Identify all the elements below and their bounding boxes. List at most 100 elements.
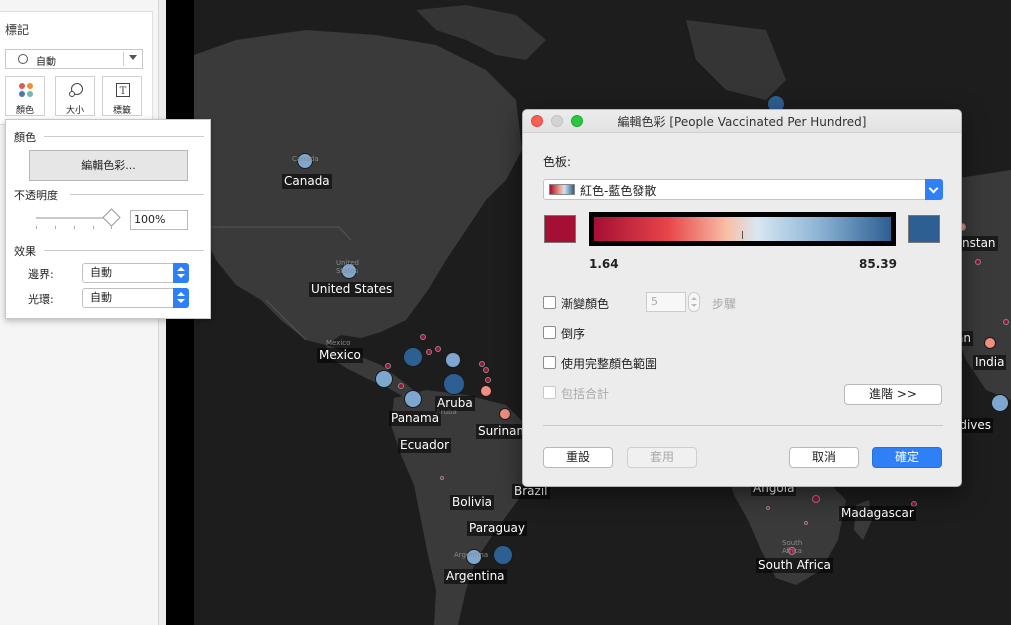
slider-tick	[36, 226, 37, 229]
map-mark[interactable]	[480, 385, 492, 397]
mark-type-dropdown[interactable]: 自動	[5, 49, 143, 69]
map-mark[interactable]	[766, 506, 770, 510]
reversed-checkbox[interactable]	[543, 326, 556, 339]
map-mark[interactable]	[443, 373, 465, 395]
circle-mark-icon	[18, 54, 28, 64]
greenland-landmass	[686, 20, 786, 100]
dialog-divider	[543, 425, 943, 426]
marks-card: 標記 自動 顏色 大小 T 標籤	[0, 11, 153, 125]
color-heading-rule	[44, 136, 204, 137]
chevron-down-icon	[129, 55, 137, 60]
map-label-mexico: Mexico	[317, 348, 363, 363]
full-range-checkbox[interactable]	[543, 356, 556, 369]
palette-dropdown[interactable]: 紅色-藍色發散	[543, 179, 943, 200]
map-mark[interactable]	[404, 390, 422, 408]
map-mark[interactable]	[445, 352, 461, 368]
map-mark[interactable]	[375, 370, 393, 388]
chevron-down-icon	[925, 179, 943, 200]
size-mark-button[interactable]: 大小	[55, 76, 95, 116]
stepped-color-checkbox[interactable]	[543, 296, 556, 309]
include-totals-label: 包括合計	[561, 387, 610, 401]
slider-tick	[55, 226, 56, 229]
ok-button[interactable]: 確定	[872, 447, 942, 468]
halo-label: 光環:	[28, 293, 54, 306]
map-mark[interactable]	[493, 545, 513, 565]
map-label-united-states: United States	[309, 282, 395, 297]
map-mark[interactable]	[991, 394, 1009, 412]
map-label-aruba: Aruba	[435, 396, 475, 411]
map-label-south-africa: South Africa	[756, 558, 833, 573]
opacity-slider[interactable]	[36, 217, 112, 219]
reversed-label: 倒序	[561, 327, 586, 341]
updown-arrows-icon	[173, 263, 189, 283]
map-mark[interactable]	[398, 383, 404, 389]
halo-select[interactable]: 自動	[82, 288, 189, 308]
map-mark[interactable]	[479, 361, 485, 367]
mark-type-value: 自動	[36, 57, 56, 68]
map-label-bolivia: Bolivia	[450, 495, 495, 510]
map-mark[interactable]	[984, 337, 996, 349]
palette-swatch-icon	[549, 184, 575, 195]
start-color-swatch[interactable]	[544, 215, 576, 243]
label-mark-button[interactable]: T 標籤	[102, 76, 142, 116]
palette-value: 紅色-藍色發散	[580, 184, 657, 198]
map-mark[interactable]	[975, 259, 981, 265]
include-totals-checkbox[interactable]	[543, 386, 556, 399]
slider-tick	[93, 226, 94, 229]
steps-input[interactable]: 5	[646, 292, 686, 312]
steps-label: 步驟	[712, 297, 737, 311]
map-label-panama: Panama	[389, 411, 442, 426]
steps-stepper[interactable]	[688, 292, 700, 312]
color-popover: 顏色 編輯色彩... 不透明度 100% 效果 邊界: 自動 光環: 自動	[5, 119, 211, 319]
label-icon: T	[116, 83, 130, 97]
svg-text:T: T	[120, 86, 127, 97]
basemap-label-argentina: Argentina	[454, 551, 489, 559]
map-label-canada: Canada	[282, 174, 332, 189]
reset-button[interactable]: 重設	[543, 447, 613, 468]
map-mark[interactable]	[804, 521, 808, 525]
marks-title: 標記	[5, 23, 30, 37]
slider-tick	[74, 226, 75, 229]
cancel-button[interactable]: 取消	[789, 447, 859, 468]
apply-button[interactable]: 套用	[627, 447, 697, 468]
map-mark[interactable]	[1003, 319, 1009, 325]
map-mark[interactable]	[440, 476, 444, 480]
size-icon	[69, 83, 83, 97]
opacity-input[interactable]: 100%	[130, 210, 188, 230]
map-mark[interactable]	[385, 363, 391, 369]
map-mark[interactable]	[499, 408, 511, 420]
map-label-nstan: nstan	[960, 236, 998, 251]
color-heading: 顏色	[14, 131, 36, 144]
range-max-value: 85.39	[859, 257, 897, 271]
label-mark-text: 標籤	[112, 106, 131, 116]
color-mark-button[interactable]: 顏色	[5, 76, 45, 116]
color-mark-label: 顏色	[15, 106, 34, 116]
effects-heading: 效果	[14, 245, 36, 258]
end-color-swatch[interactable]	[908, 215, 940, 243]
map-label-india: India	[973, 355, 1007, 370]
updown-arrows-icon	[173, 288, 189, 308]
map-mark[interactable]	[403, 347, 423, 367]
effects-heading-rule	[44, 250, 204, 251]
map-mark[interactable]	[812, 495, 820, 503]
border-value: 自動	[90, 266, 112, 279]
map-mark[interactable]	[426, 349, 432, 355]
basemap-label-south-africa: South Africa	[782, 539, 803, 555]
dialog-title: 編輯色彩 [People Vaccinated Per Hundred]	[617, 115, 867, 129]
color-dots-icon	[18, 82, 34, 98]
edit-colors-button[interactable]: 編輯色彩...	[29, 150, 188, 181]
opacity-heading: 不透明度	[14, 189, 58, 202]
map-mark[interactable]	[483, 367, 489, 373]
map-label-paraguay: Paraguay	[467, 521, 528, 536]
north-america-landmass	[194, 30, 522, 345]
advanced-button[interactable]: 進階 >>	[844, 384, 942, 405]
opacity-slider-thumb[interactable]	[102, 208, 121, 227]
color-ramp-center-tick	[742, 231, 743, 239]
dialog-titlebar[interactable]: 編輯色彩 [People Vaccinated Per Hundred]	[523, 110, 961, 133]
map-mark[interactable]	[435, 346, 441, 352]
map-mark[interactable]	[485, 377, 491, 383]
basemap-label-mexico: Mexico	[326, 339, 351, 347]
dropdown-separator	[123, 52, 124, 66]
border-select[interactable]: 自動	[82, 263, 189, 283]
map-mark[interactable]	[420, 334, 426, 340]
